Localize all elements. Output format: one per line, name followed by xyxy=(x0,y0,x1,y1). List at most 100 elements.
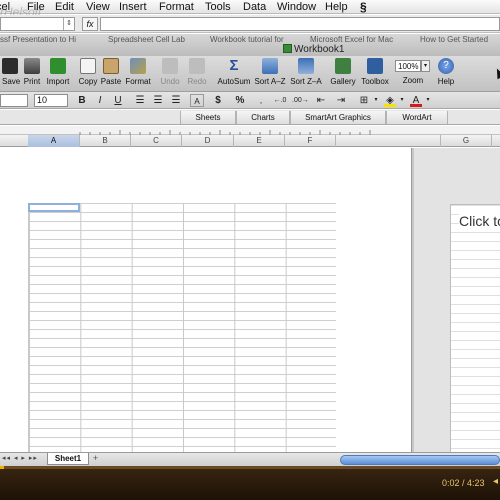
percent-button[interactable]: % xyxy=(234,94,246,107)
tab-wordart[interactable]: WordArt xyxy=(386,111,448,124)
placeholder-textbox[interactable]: Click to xyxy=(450,204,500,454)
font-color-icon[interactable]: A xyxy=(410,94,422,107)
sheet-tab-bar: ◂◂ ◂ ▸ ▸▸ Sheet1 + xyxy=(0,452,500,466)
menu-edit[interactable]: Edit xyxy=(55,1,74,13)
format-painter-icon xyxy=(130,58,146,74)
currency-button[interactable]: $ xyxy=(212,94,224,107)
column-header-a[interactable]: A xyxy=(28,135,80,147)
menu-file[interactable]: File xyxy=(27,1,45,13)
column-header-g[interactable]: G xyxy=(440,135,492,147)
font-size-field[interactable]: 10 xyxy=(34,94,68,107)
column-header-e[interactable]: E xyxy=(234,135,285,147)
help-button[interactable]: ? Help xyxy=(436,58,456,86)
borders-icon[interactable]: ⊞ xyxy=(358,94,370,107)
decrease-decimal-icon[interactable]: .00→ xyxy=(292,94,309,107)
tab-charts[interactable]: Charts xyxy=(236,111,290,124)
format-painter-button[interactable]: Format xyxy=(124,58,152,86)
redo-icon xyxy=(189,58,205,74)
selected-cell[interactable] xyxy=(28,203,80,212)
import-button[interactable]: Import xyxy=(44,58,72,86)
menu-bar: rHelsoft cel File Edit View Insert Forma… xyxy=(0,0,500,19)
italic-button[interactable]: I xyxy=(94,94,106,107)
sheet-tab-sheet1[interactable]: Sheet1 xyxy=(47,453,89,465)
sheet-page[interactable] xyxy=(0,148,411,452)
sort-descending-label: Sort Z–A xyxy=(290,77,322,86)
name-box[interactable]: ⇕ xyxy=(0,17,75,31)
add-sheet-button[interactable]: + xyxy=(90,454,101,464)
browser-tab[interactable]: Spreadsheet Cell Lab xyxy=(108,35,185,44)
toolbox-button[interactable]: Toolbox xyxy=(359,58,391,86)
align-center-icon[interactable]: ☰ xyxy=(152,94,164,107)
formatting-toolbar: 10 B I U ☰ ☰ ☰ A $ % , ←.0 .00→ ⇤ ⇥ ⊞ ▾ … xyxy=(0,92,500,109)
menu-format[interactable]: Format xyxy=(159,1,194,13)
menu-app[interactable]: cel xyxy=(0,1,10,13)
script-menu-icon[interactable]: § xyxy=(360,0,367,14)
browser-tab[interactable]: ssf Presentation to Hi xyxy=(0,35,76,44)
browser-tab[interactable]: How to Get Started xyxy=(420,35,488,44)
column-header-d[interactable]: D xyxy=(182,135,234,147)
chevron-down-icon[interactable]: ▾ xyxy=(421,60,430,72)
comma-style-icon[interactable]: , xyxy=(254,94,268,107)
menu-insert[interactable]: Insert xyxy=(119,1,147,13)
zoom-button[interactable]: Zoom xyxy=(402,76,424,85)
chevron-down-icon[interactable]: ▾ xyxy=(372,94,380,107)
sheet-nav-buttons[interactable]: ◂◂ ◂ ▸ ▸▸ xyxy=(2,454,38,462)
fill-color-icon[interactable]: ◈ xyxy=(384,94,396,107)
menu-tools[interactable]: Tools xyxy=(205,1,231,13)
underline-button[interactable]: U xyxy=(112,94,124,107)
browser-tab[interactable]: Microsoft Excel for Mac xyxy=(310,35,393,44)
column-header-c[interactable]: C xyxy=(131,135,182,147)
video-progress-track[interactable] xyxy=(0,466,500,469)
save-button[interactable]: Save xyxy=(2,58,20,86)
zoom-label: Zoom xyxy=(402,76,424,85)
tab-sheets[interactable]: Sheets xyxy=(180,111,236,124)
elements-gallery-tabs: Sheets Charts SmartArt Graphics WordArt xyxy=(0,110,500,125)
volume-icon[interactable]: ◂ xyxy=(493,476,500,487)
print-icon xyxy=(24,58,40,74)
paste-button[interactable]: Paste xyxy=(100,58,122,86)
fx-button[interactable]: fx xyxy=(82,17,98,31)
formula-input[interactable] xyxy=(100,17,500,31)
decrease-indent-icon[interactable]: ⇤ xyxy=(314,94,328,107)
column-header-f[interactable]: F xyxy=(285,135,336,147)
menu-window[interactable]: Window xyxy=(277,1,316,13)
align-left-icon[interactable]: ☰ xyxy=(134,94,146,107)
help-label: Help xyxy=(437,77,455,86)
merge-cells-icon[interactable]: A xyxy=(190,94,204,107)
paste-label: Paste xyxy=(100,77,122,86)
increase-decimal-icon[interactable]: ←.0 xyxy=(272,94,288,107)
increase-indent-icon[interactable]: ⇥ xyxy=(334,94,348,107)
undo-label: Undo xyxy=(160,77,180,86)
menu-view[interactable]: View xyxy=(86,1,110,13)
chevron-down-icon[interactable]: ⇕ xyxy=(63,18,74,30)
tab-smartart[interactable]: SmartArt Graphics xyxy=(290,111,386,124)
window-title: Workbook1 xyxy=(283,44,344,55)
chevron-down-icon[interactable]: ▾ xyxy=(398,94,406,107)
sort-descending-button[interactable]: Sort Z–A xyxy=(289,58,323,86)
video-progress-fill xyxy=(0,466,4,469)
gallery-icon xyxy=(335,58,351,74)
menu-data[interactable]: Data xyxy=(243,1,266,13)
column-headers: A B C D E F G xyxy=(0,135,500,147)
undo-button[interactable]: Undo xyxy=(158,58,182,86)
menu-help[interactable]: Help xyxy=(325,1,348,13)
toolbox-label: Toolbox xyxy=(361,77,389,86)
cell-grid[interactable] xyxy=(28,203,336,452)
sort-ascending-button[interactable]: Sort A–Z xyxy=(253,58,287,86)
gallery-button[interactable]: Gallery xyxy=(329,58,357,86)
sort-ascending-icon xyxy=(262,58,278,74)
horizontal-scrollbar[interactable] xyxy=(340,455,500,465)
autosum-button[interactable]: Σ AutoSum xyxy=(216,58,252,87)
toolbox-icon xyxy=(367,58,383,74)
placeholder-text: Click to xyxy=(459,213,500,229)
bold-button[interactable]: B xyxy=(76,94,88,107)
column-header-b[interactable]: B xyxy=(80,135,131,147)
copy-button[interactable]: Copy xyxy=(77,58,99,86)
align-right-icon[interactable]: ☰ xyxy=(170,94,182,107)
chevron-down-icon[interactable]: ▾ xyxy=(424,94,432,107)
zoom-input[interactable]: 100% xyxy=(395,60,421,72)
redo-button[interactable]: Redo xyxy=(185,58,209,86)
browser-tab[interactable]: Workbook tutorial for xyxy=(210,35,284,44)
print-button[interactable]: Print xyxy=(22,58,42,86)
font-name-field[interactable] xyxy=(0,94,28,107)
